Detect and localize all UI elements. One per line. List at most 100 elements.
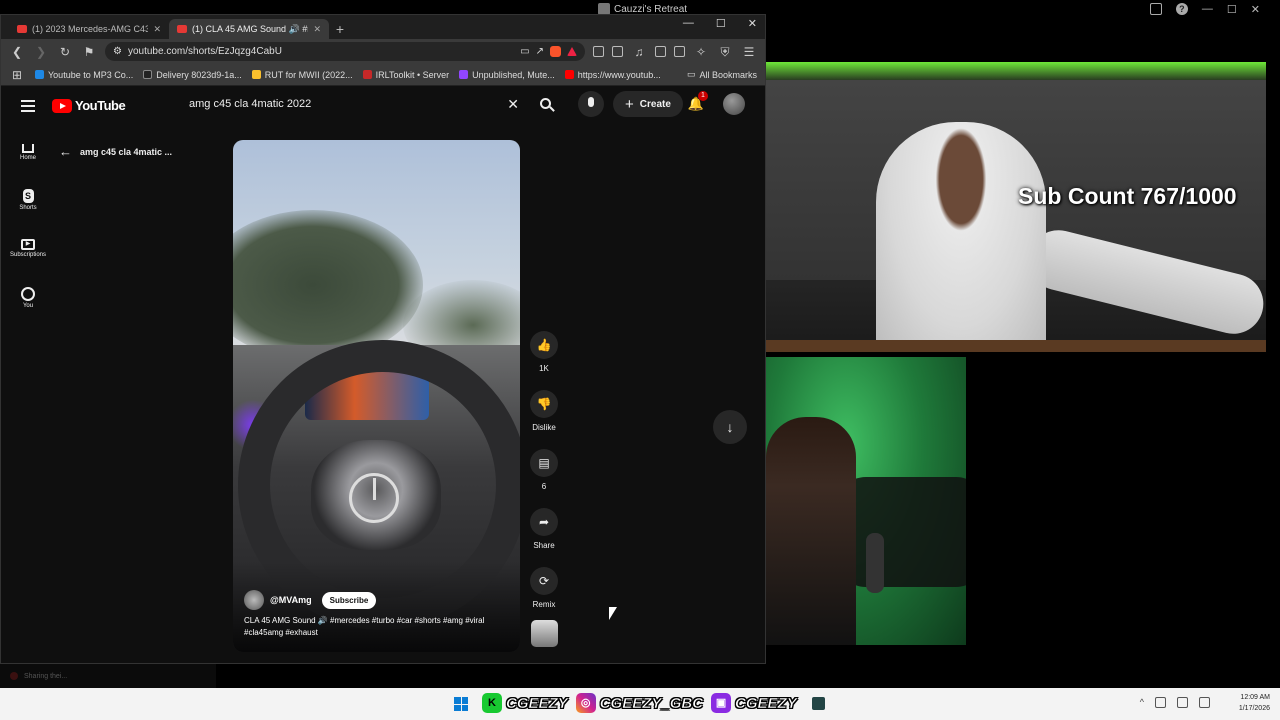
voice-search-button[interactable] (578, 91, 604, 117)
remix-icon[interactable]: ⟳ (530, 567, 558, 595)
webcam-frame (766, 62, 1266, 80)
media-icon[interactable]: ♫ (631, 44, 647, 60)
sound-thumbnail[interactable] (531, 620, 558, 647)
create-button[interactable]: + Create (613, 91, 683, 117)
back-arrow-icon[interactable]: ❮ (9, 44, 25, 60)
search-button[interactable] (531, 93, 559, 117)
hamburger-menu-icon[interactable] (21, 100, 35, 112)
tab-close-icon[interactable]: ✕ (153, 24, 161, 35)
desktop-title-text: Cauzzi's Retreat (614, 3, 688, 15)
short-channel-row: @MVAmg Subscribe (244, 590, 377, 610)
close-icon[interactable]: ✕ (1251, 3, 1260, 16)
address-bar[interactable]: ⚙ youtube.com/shorts/EzJqzg4CabU ▭ ↗ (105, 42, 585, 61)
bookmark-item[interactable]: Youtube to MP3 Co... (35, 70, 133, 80)
dislike-label: Dislike (532, 423, 556, 432)
clear-search-icon[interactable]: ✕ (507, 96, 519, 113)
taskbar-clock[interactable]: 12:09 AM 1/17/2026 (1239, 692, 1270, 714)
sidebar-icon[interactable] (655, 46, 666, 57)
thumbs-down-icon[interactable]: 👎 (530, 390, 558, 418)
guide-item-subscriptions[interactable]: ▶ Subscriptions (1, 224, 55, 273)
social-handles-overlay: K CGEEZY ◎ CGEEZY_GBC ▣ CGEEZY (482, 693, 801, 713)
thumbs-up-icon[interactable]: 👍 (530, 331, 558, 359)
chevron-up-icon[interactable]: ^ (1140, 697, 1144, 708)
like-action: 👍 1K (530, 331, 558, 390)
comment-icon[interactable]: ▤ (530, 449, 558, 477)
extension-icon[interactable] (612, 46, 623, 57)
bookmark-item[interactable]: IRLToolkit • Server (362, 70, 449, 80)
notification-badge: 1 (698, 91, 708, 101)
tab-label: (1) 2023 Mercedes-AMG C43 | Faster (32, 24, 149, 34)
screen-icon[interactable] (1149, 3, 1162, 15)
wallet-icon[interactable] (674, 46, 685, 57)
minimize-icon[interactable]: — (1202, 3, 1213, 15)
shorts-icon: S (22, 188, 34, 203)
leo-ai-icon[interactable]: ✧ (693, 44, 709, 60)
all-bookmarks-button[interactable]: ▭ All Bookmarks (687, 69, 757, 80)
system-tray: ^ (1140, 697, 1210, 708)
bookmark-label: https://www.youtub... (577, 69, 661, 80)
url-text: youtube.com/shorts/EzJqzg4CabU (127, 46, 282, 57)
new-tab-button[interactable]: + (329, 19, 351, 39)
obs-dock-text: Sharing thei... (24, 672, 68, 680)
site-info-icon[interactable]: ⚙ (113, 46, 122, 57)
share-arrow-icon[interactable]: ➦ (530, 508, 558, 536)
microphone-icon (866, 533, 884, 593)
tab-mercedes-c43[interactable]: (1) 2023 Mercedes-AMG C43 | Faster ✕ (9, 19, 169, 39)
maximize-icon[interactable]: ☐ (716, 17, 726, 30)
vpn-icon[interactable]: ⛨ (717, 44, 733, 60)
remix-action: ⟳ Remix (530, 567, 558, 626)
bookmark-label: Delivery 8023d9-1a... (156, 69, 242, 80)
share-icon[interactable]: ↗ (536, 46, 544, 57)
taskbar: K CGEEZY ◎ CGEEZY_GBC ▣ CGEEZY ^ 12:09 A… (0, 688, 1280, 720)
menu-icon[interactable]: ☰ (741, 44, 757, 60)
tab-close-icon[interactable]: ✕ (313, 24, 321, 35)
next-short-button[interactable]: ↓ (713, 410, 747, 444)
short-description[interactable]: CLA 45 AMG Sound 🔊 #mercedes #turbo #car… (244, 615, 510, 639)
guide-item-home[interactable]: Home (1, 126, 55, 175)
guide-item-shorts[interactable]: S Shorts (1, 175, 55, 224)
plus-icon: + (625, 95, 634, 113)
bookmark-item[interactable]: RUT for MWII (2022... (251, 69, 353, 80)
channel-avatar[interactable] (244, 590, 264, 610)
tab-strip: (1) 2023 Mercedes-AMG C43 | Faster ✕ (1)… (1, 15, 765, 39)
apps-grid-icon[interactable]: ⊞ (9, 67, 25, 83)
bookmark-label: RUT for MWII (2022... (264, 69, 353, 80)
clock-time: 12:09 AM (1240, 694, 1270, 701)
back-to-search-button[interactable]: ← amg c45 cla 4matic ... (59, 144, 172, 159)
minimize-icon[interactable]: — (683, 17, 694, 30)
channel-name[interactable]: @MVAmg (270, 595, 312, 605)
bookmark-label: Youtube to MP3 Co... (48, 69, 134, 80)
maximize-icon[interactable]: ☐ (1227, 3, 1237, 16)
guide-item-you[interactable]: You (1, 273, 55, 322)
youtube-favicon-icon (177, 25, 187, 33)
avatar[interactable] (723, 93, 745, 115)
remix-label: Remix (532, 600, 556, 609)
all-bookmarks-label: All Bookmarks (699, 69, 757, 80)
windows-start-icon[interactable] (454, 697, 468, 711)
taskbar-app-icon[interactable] (812, 697, 825, 710)
bookmark-label: Unpublished, Mute... (472, 69, 555, 80)
bookmark-item[interactable]: Delivery 8023d9-1a... (143, 70, 242, 80)
tab-cla45-sound[interactable]: (1) CLA 45 AMG Sound 🔊 #me ✕ (169, 19, 329, 39)
brave-shields-icon[interactable] (550, 46, 561, 57)
network-icon[interactable] (1177, 697, 1188, 708)
bookmark-item[interactable]: Unpublished, Mute... (459, 70, 555, 80)
you-icon (21, 286, 35, 301)
mic-tray-icon[interactable] (1155, 697, 1166, 708)
bookmark-favicon-icon (564, 70, 574, 79)
help-icon[interactable]: ? (1175, 3, 1188, 15)
cast-icon[interactable]: ▭ (520, 46, 529, 57)
bookmark-item[interactable]: https://www.youtub... (564, 69, 661, 80)
extension-icon[interactable] (593, 46, 604, 57)
close-icon[interactable]: ✕ (748, 17, 757, 30)
bookmark-icon[interactable]: ⚑ (81, 44, 97, 60)
youtube-logo[interactable]: YouTube (52, 98, 126, 113)
volume-icon[interactable] (1199, 697, 1210, 708)
subscribe-button[interactable]: Subscribe (321, 591, 377, 609)
instagram-icon: ◎ (575, 693, 596, 713)
short-video-player[interactable] (233, 140, 520, 652)
reload-icon[interactable]: ↻ (57, 44, 73, 60)
forward-arrow-icon[interactable]: ❯ (33, 44, 49, 60)
search-input[interactable]: amg c45 cla 4matic 2022 ✕ (179, 90, 529, 118)
brave-rewards-icon[interactable] (567, 47, 577, 56)
